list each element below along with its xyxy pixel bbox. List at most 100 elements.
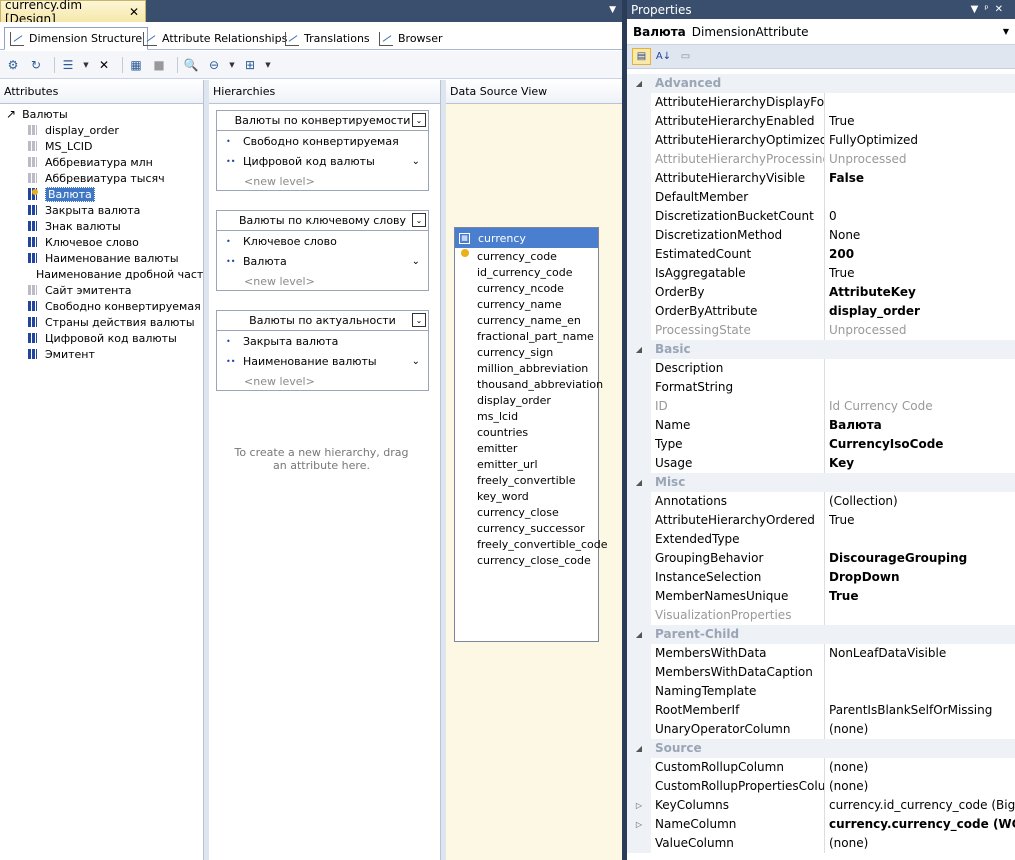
property-row[interactable]: AttributeHierarchyEnabled True	[627, 112, 1015, 131]
table-column[interactable]: currency_close	[455, 504, 598, 520]
property-value[interactable]: 200	[825, 245, 854, 264]
new-level[interactable]: <new level>	[217, 371, 428, 391]
attribute-item[interactable]: Эмитент	[0, 346, 203, 362]
property-row[interactable]: OrderBy AttributeKey	[627, 283, 1015, 302]
property-value[interactable]	[825, 663, 829, 682]
table-column[interactable]: key_word	[455, 488, 598, 504]
dropdown-arrow-icon[interactable]: ▼	[82, 56, 90, 74]
property-category[interactable]: ◢ Misc	[627, 473, 1015, 492]
property-category[interactable]: ◢ Parent-Child	[627, 625, 1015, 644]
collapse-category-icon[interactable]: ◢	[627, 625, 651, 644]
table-column[interactable]: id_currency_code	[455, 264, 598, 280]
attribute-item[interactable]: Страны действия валюты	[0, 314, 203, 330]
hierarchy-level[interactable]: •• Наименование валюты ⌄	[217, 351, 428, 371]
property-row[interactable]: ValueColumn (none)	[627, 834, 1015, 853]
object-selector[interactable]: Валюта DimensionAttribute ▼	[627, 19, 1015, 45]
tab-attribute-relationships[interactable]: Attribute Relationships	[138, 27, 292, 50]
hierarchy-box[interactable]: Валюты по ключевому слову ⌄ • Ключевое слов…	[216, 210, 429, 291]
property-category[interactable]: ◢ Source	[627, 739, 1015, 758]
close-tab-icon[interactable]: ✕	[129, 5, 139, 19]
property-value[interactable]: Unprocessed	[825, 150, 907, 169]
table-column[interactable]: emitter	[455, 440, 598, 456]
property-row[interactable]: DefaultMember	[627, 188, 1015, 207]
property-row[interactable]: FormatString	[627, 378, 1015, 397]
property-value[interactable]: currency.currency_code (WChar)	[825, 815, 1015, 834]
property-row[interactable]: ID Id Currency Code	[627, 397, 1015, 416]
property-value[interactable]: currency.id_currency_code (BigInt)	[825, 796, 1015, 815]
table-column[interactable]: fractional_part_name	[455, 328, 598, 344]
property-value[interactable]: NonLeafDataVisible	[825, 644, 946, 663]
new-level[interactable]: <new level>	[217, 171, 428, 191]
attribute-item[interactable]: Ключевое слово	[0, 234, 203, 250]
property-row[interactable]: AttributeHierarchyDisplayFolder	[627, 93, 1015, 112]
property-value[interactable]: Unprocessed	[825, 321, 907, 340]
document-tab[interactable]: currency.dim [Design] ✕	[0, 0, 146, 26]
table-column[interactable]: million_abbreviation	[455, 360, 598, 376]
property-value[interactable]: ParentIsBlankSelfOrMissing	[825, 701, 992, 720]
collapse-icon[interactable]: ⌄	[412, 113, 426, 127]
property-row[interactable]: Usage Key	[627, 454, 1015, 473]
table-column[interactable]: display_order	[455, 392, 598, 408]
property-value[interactable]: FullyOptimized	[825, 131, 918, 150]
property-value[interactable]: (none)	[825, 777, 868, 796]
attribute-item[interactable]: Аббревиатура млн	[0, 154, 203, 170]
arrange-tables-icon[interactable]: ⊞	[241, 56, 259, 74]
table-column[interactable]: currency_close_code	[455, 552, 598, 568]
collapse-category-icon[interactable]: ◢	[627, 74, 651, 93]
new-level[interactable]: <new level>	[217, 271, 428, 291]
property-row[interactable]: AttributeHierarchyProcessingStateUnproce…	[627, 150, 1015, 169]
table-column[interactable]: ms_lcid	[455, 408, 598, 424]
property-row[interactable]: MembersWithDataCaption	[627, 663, 1015, 682]
tab-dimension-structure[interactable]: Dimension Structure	[4, 27, 149, 50]
property-value[interactable]: (none)	[825, 834, 868, 853]
property-value[interactable]	[825, 188, 829, 207]
property-row[interactable]: CustomRollupColumn (none)	[627, 758, 1015, 777]
property-row[interactable]: AttributeHierarchyOrdered True	[627, 511, 1015, 530]
hierarchy-level[interactable]: • Свободно конвертируемая	[217, 131, 428, 151]
attribute-item[interactable]: Наименование дробной части	[0, 266, 211, 282]
property-value[interactable]: Key	[825, 454, 854, 473]
property-value[interactable]	[825, 606, 829, 625]
attribute-item[interactable]: Наименование валюты	[0, 250, 203, 266]
dsv-table[interactable]: ▦ currency currency_code id_currency_code…	[454, 227, 608, 642]
property-value[interactable]: CurrencyIsoCode	[825, 435, 943, 454]
property-row[interactable]: ExtendedType	[627, 530, 1015, 549]
property-row[interactable]: DiscretizationMethod None	[627, 226, 1015, 245]
property-row[interactable]: CustomRollupPropertiesColumn(none)	[627, 777, 1015, 796]
table-column[interactable]: emitter_url	[455, 456, 598, 472]
property-pages-icon[interactable]: ▭	[676, 48, 695, 65]
property-row[interactable]: UnaryOperatorColumn (none)	[627, 720, 1015, 739]
table-column[interactable]: thousand_abbreviation	[455, 376, 603, 392]
attribute-item[interactable]: Валюта	[0, 186, 203, 202]
zoom-icon[interactable]: ⊖	[205, 56, 223, 74]
table-column[interactable]: currency_name	[455, 296, 598, 312]
property-row[interactable]: ▷NameColumncurrency.currency_code (WChar…	[627, 815, 1015, 834]
property-value[interactable]	[825, 93, 829, 112]
property-row[interactable]: Name Валюта	[627, 416, 1015, 435]
property-row[interactable]: NamingTemplate	[627, 682, 1015, 701]
property-value[interactable]	[825, 530, 829, 549]
attribute-item[interactable]: display_order	[0, 122, 203, 138]
property-row[interactable]: MemberNamesUnique True	[627, 587, 1015, 606]
dropdown-arrow-icon[interactable]: ▼	[264, 56, 272, 74]
property-row[interactable]: EstimatedCount 200	[627, 245, 1015, 264]
attribute-item[interactable]: Знак валюты	[0, 218, 203, 234]
property-row[interactable]: Description	[627, 359, 1015, 378]
categorized-icon[interactable]: ▤	[632, 48, 651, 65]
property-value[interactable]: Id Currency Code	[825, 397, 933, 416]
close-icon[interactable]: ✕	[995, 4, 1009, 15]
table-column[interactable]: currency_code	[455, 248, 598, 264]
attribute-item[interactable]: Свободно конвертируемая	[0, 298, 203, 314]
property-value[interactable]: display_order	[825, 302, 920, 321]
property-row[interactable]: AttributeHierarchyVisible False	[627, 169, 1015, 188]
property-row[interactable]: DiscretizationBucketCount 0	[627, 207, 1015, 226]
view-list-icon[interactable]: ☰	[59, 56, 77, 74]
hierarchy-box[interactable]: Валюты по конвертируемости ⌄ • Свободно кон…	[216, 110, 429, 191]
collapse-icon[interactable]: ⌄	[412, 313, 426, 327]
collapse-icon[interactable]: ⌄	[412, 213, 426, 227]
property-row[interactable]: RootMemberIf ParentIsBlankSelfOrMissing	[627, 701, 1015, 720]
property-row[interactable]: IsAggregatable True	[627, 264, 1015, 283]
table-column[interactable]: currency_sign	[455, 344, 598, 360]
window-position-icon[interactable]: ▼	[971, 4, 985, 15]
expand-property-icon[interactable]: ▷	[627, 815, 651, 834]
